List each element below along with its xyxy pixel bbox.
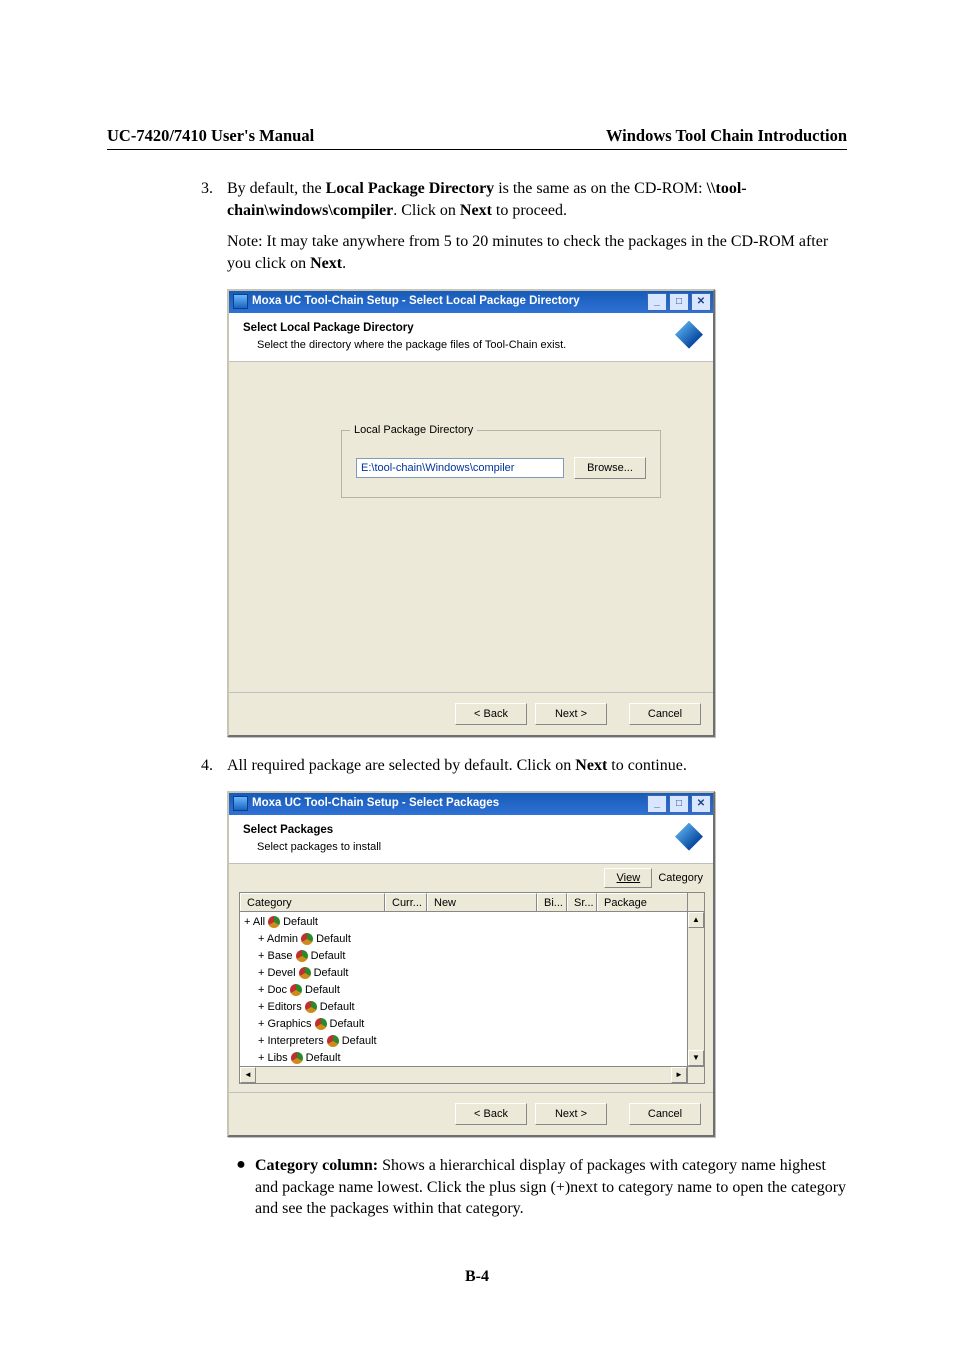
col-package[interactable]: Package (597, 893, 687, 911)
scroll-up-icon[interactable]: ▲ (688, 912, 704, 928)
scroll-down-icon[interactable]: ▼ (688, 1050, 704, 1066)
header-left: UC-7420/7410 User's Manual (107, 125, 314, 147)
bullet-icon: ● (227, 1155, 255, 1220)
packages-table-header: Category Curr... New Bi... Sr... Package (240, 893, 704, 912)
dialog-select-packages: Moxa UC Tool-Chain Setup - Select Packag… (227, 791, 715, 1137)
step-3-line1: By default, the Local Package Directory … (227, 178, 847, 221)
next-button[interactable]: Next > (535, 703, 607, 725)
dialog1-titlebar[interactable]: Moxa UC Tool-Chain Setup - Select Local … (229, 291, 713, 313)
dialog2-banner: Select Packages Select packages to insta… (229, 815, 713, 864)
package-category-row[interactable]: + Admin Default (244, 931, 687, 948)
page-header: UC-7420/7410 User's Manual Windows Tool … (107, 125, 847, 150)
step-3: 3. By default, the Local Package Directo… (107, 178, 847, 284)
dialog1-title: Moxa UC Tool-Chain Setup - Select Local … (252, 294, 580, 310)
cancel-button[interactable]: Cancel (629, 1103, 701, 1125)
browse-button[interactable]: Browse... (574, 457, 646, 479)
local-package-directory-input[interactable] (356, 458, 564, 478)
dialog1-banner: Select Local Package Directory Select th… (229, 313, 713, 362)
category-column-bullet: ● Category column: Shows a hierarchical … (227, 1155, 847, 1220)
package-category-row[interactable]: + Libs Default (244, 1050, 687, 1066)
dialog1-banner-subtitle: Select the directory where the package f… (257, 338, 667, 353)
packages-table: Category Curr... New Bi... Sr... Package… (239, 892, 705, 1084)
dialog-local-package-directory: Moxa UC Tool-Chain Setup - Select Local … (227, 289, 715, 737)
view-button[interactable]: View (604, 868, 652, 888)
minimize-button[interactable]: _ (647, 795, 667, 813)
col-category[interactable]: Category (240, 893, 385, 911)
dialog2-title: Moxa UC Tool-Chain Setup - Select Packag… (252, 796, 499, 812)
horizontal-scrollbar[interactable]: ◄ ► (240, 1066, 704, 1083)
view-mode-label: Category (658, 871, 703, 886)
step-4: 4. All required package are selected by … (107, 755, 847, 787)
package-category-row[interactable]: + Devel Default (244, 965, 687, 982)
col-sr[interactable]: Sr... (567, 893, 597, 911)
scroll-right-icon[interactable]: ► (671, 1067, 687, 1083)
dialog2-titlebar[interactable]: Moxa UC Tool-Chain Setup - Select Packag… (229, 793, 713, 815)
cycle-icon[interactable] (327, 1035, 339, 1047)
close-button[interactable]: ✕ (691, 293, 711, 311)
dialog1-banner-title: Select Local Package Directory (243, 321, 667, 337)
local-package-directory-group: Local Package Directory Browse... (341, 430, 661, 498)
packages-tree[interactable]: + All Default+ Admin Default+ Base Defau… (240, 912, 687, 1066)
back-button[interactable]: < Back (455, 703, 527, 725)
step-4-number: 4. (107, 755, 227, 787)
minimize-button[interactable]: _ (647, 293, 667, 311)
close-button[interactable]: ✕ (691, 795, 711, 813)
cycle-icon[interactable] (315, 1018, 327, 1030)
maximize-button[interactable]: □ (669, 293, 689, 311)
package-category-row[interactable]: + Graphics Default (244, 1016, 687, 1033)
cancel-button[interactable]: Cancel (629, 703, 701, 725)
dialog2-banner-title: Select Packages (243, 823, 667, 839)
dialog2-banner-subtitle: Select packages to install (257, 840, 667, 855)
step-4-text: All required package are selected by def… (227, 755, 847, 777)
vertical-scrollbar[interactable] (687, 893, 704, 911)
brand-diamond-icon (675, 823, 703, 851)
cycle-icon[interactable] (268, 916, 280, 928)
group-legend: Local Package Directory (350, 423, 477, 438)
header-right: Windows Tool Chain Introduction (606, 125, 847, 147)
back-button[interactable]: < Back (455, 1103, 527, 1125)
package-category-row[interactable]: + Doc Default (244, 982, 687, 999)
col-new[interactable]: New (427, 893, 537, 911)
app-icon (233, 796, 248, 811)
cycle-icon[interactable] (296, 950, 308, 962)
package-category-row[interactable]: + Interpreters Default (244, 1033, 687, 1050)
bullet-text: Category column: Shows a hierarchical di… (255, 1155, 847, 1220)
app-icon (233, 294, 248, 309)
package-category-row[interactable]: + Editors Default (244, 999, 687, 1016)
col-current[interactable]: Curr... (385, 893, 427, 911)
brand-diamond-icon (675, 321, 703, 349)
cycle-icon[interactable] (301, 933, 313, 945)
col-bi[interactable]: Bi... (537, 893, 567, 911)
scroll-left-icon[interactable]: ◄ (240, 1067, 256, 1083)
cycle-icon[interactable] (299, 967, 311, 979)
vertical-scrollbar[interactable]: ▲ ▼ (687, 912, 704, 1066)
maximize-button[interactable]: □ (669, 795, 689, 813)
step-3-note: Note: It may take anywhere from 5 to 20 … (227, 231, 847, 274)
cycle-icon[interactable] (305, 1001, 317, 1013)
package-category-row[interactable]: + All Default (244, 914, 687, 931)
step-3-number: 3. (107, 178, 227, 284)
cycle-icon[interactable] (291, 1052, 303, 1064)
next-button[interactable]: Next > (535, 1103, 607, 1125)
cycle-icon[interactable] (290, 984, 302, 996)
page-number: B-4 (0, 1266, 954, 1288)
package-category-row[interactable]: + Base Default (244, 948, 687, 965)
